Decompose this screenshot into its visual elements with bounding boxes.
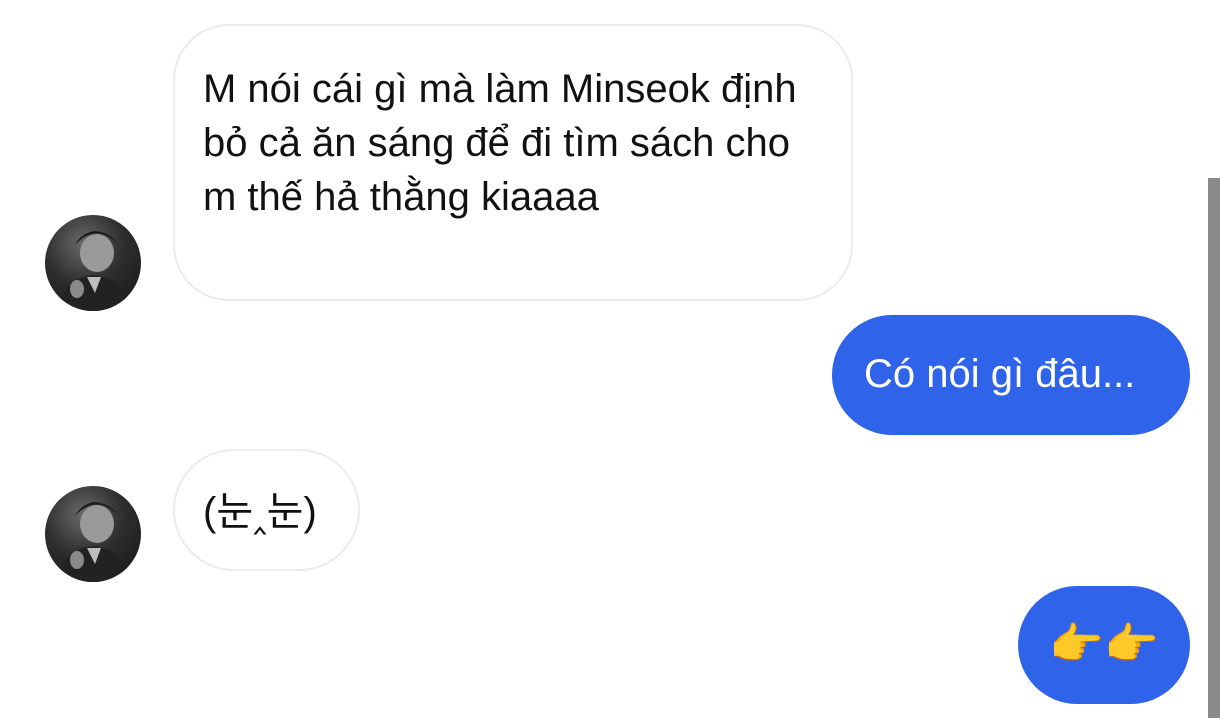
outgoing-message-bubble[interactable]: Có nói gì đâu... bbox=[832, 315, 1190, 435]
person-photo-icon bbox=[57, 502, 131, 582]
scrollbar[interactable] bbox=[1208, 178, 1220, 718]
message-text: Có nói gì đâu... bbox=[864, 352, 1136, 396]
outgoing-message-bubble[interactable]: 👉👉 bbox=[1018, 586, 1190, 704]
pointing-hands-emoji: 👉👉 bbox=[1049, 619, 1159, 670]
message-text: M nói cái gì mà làm Minseok định bỏ cả ă… bbox=[203, 67, 797, 219]
message-text: (눈‸눈) bbox=[203, 490, 317, 534]
chat-thread: M nói cái gì mà làm Minseok định bỏ cả ă… bbox=[0, 0, 1220, 718]
incoming-message-bubble[interactable]: (눈‸눈) bbox=[173, 449, 360, 571]
contact-avatar[interactable] bbox=[45, 486, 141, 582]
person-photo-icon bbox=[57, 231, 131, 311]
incoming-message-bubble[interactable]: M nói cái gì mà làm Minseok định bỏ cả ă… bbox=[173, 24, 853, 301]
contact-avatar[interactable] bbox=[45, 215, 141, 311]
